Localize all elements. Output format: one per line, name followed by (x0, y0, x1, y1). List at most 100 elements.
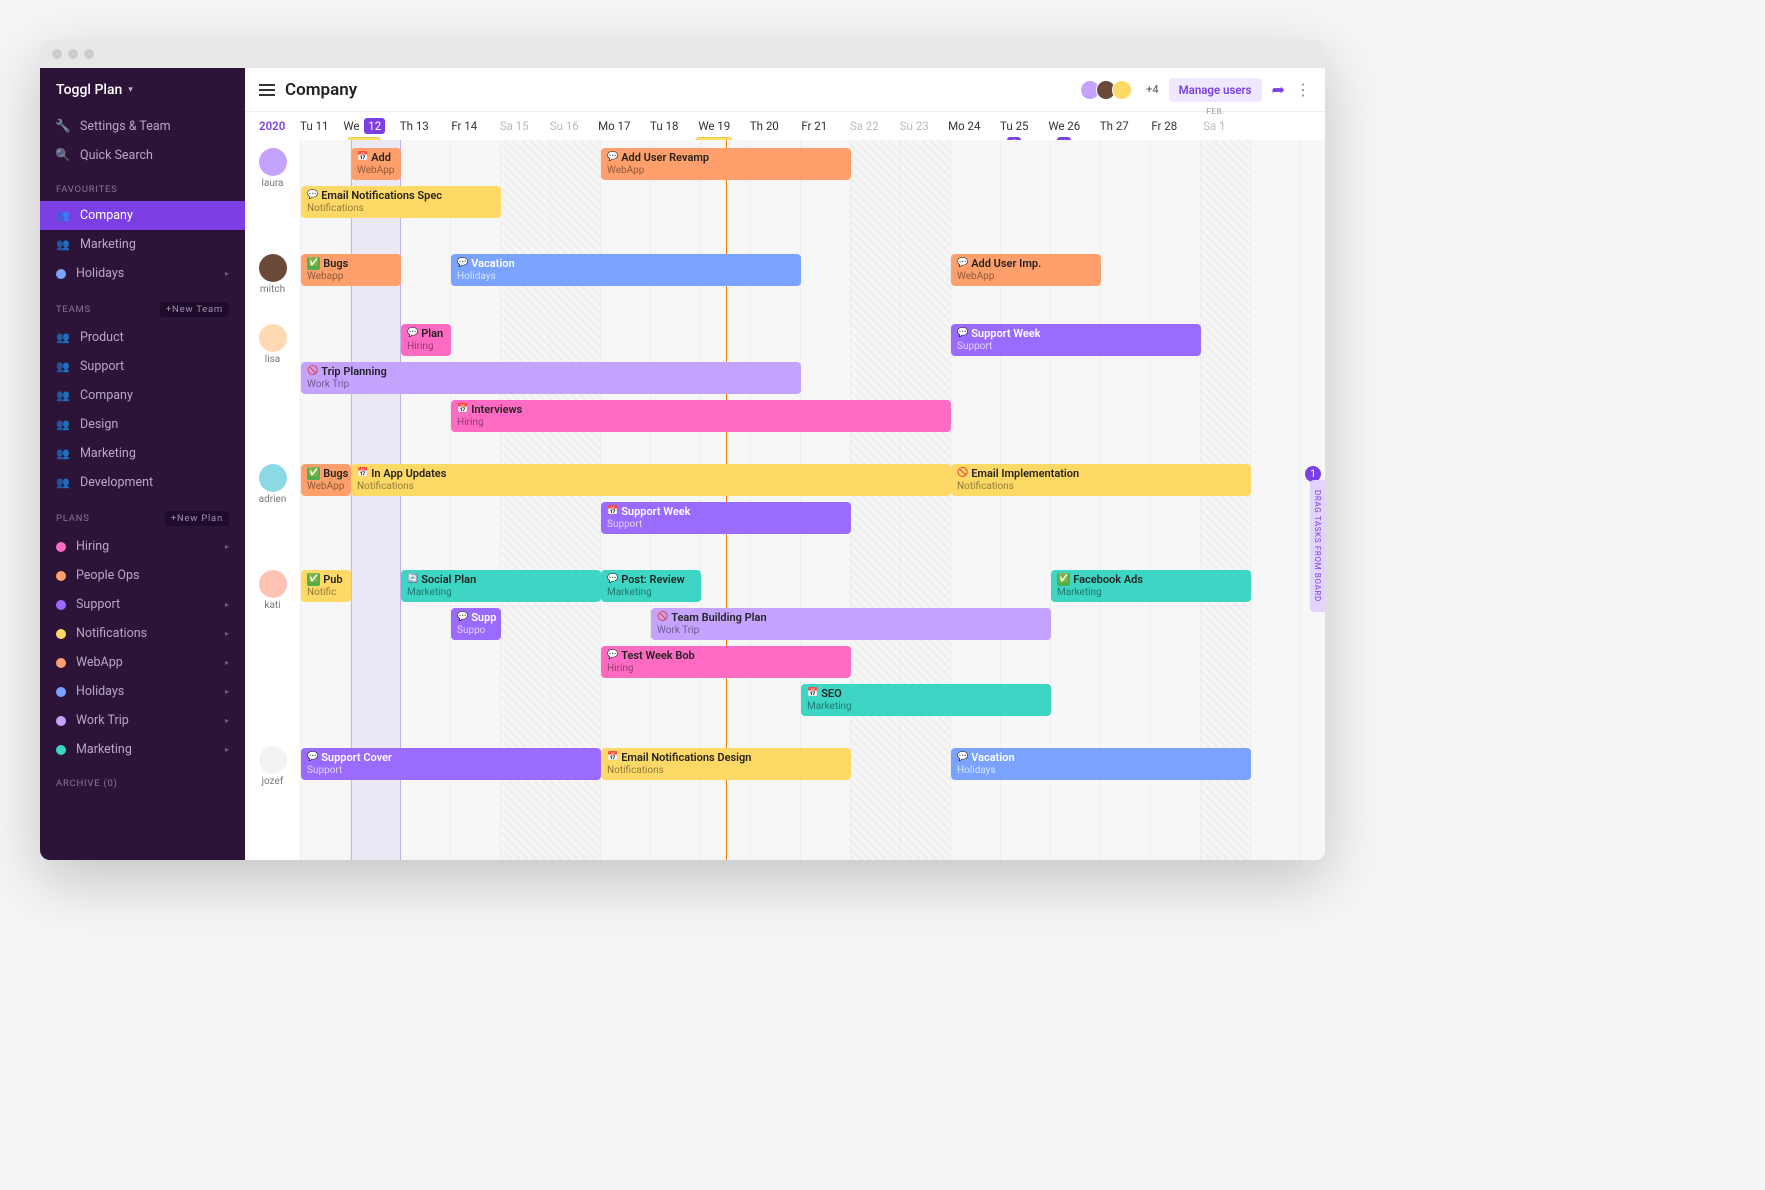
sidebar-item-people-ops[interactable]: People Ops (40, 561, 245, 590)
person-row[interactable]: jozef (245, 738, 300, 808)
task-status-icon: 📅 (357, 467, 368, 480)
task-bar[interactable]: 💬PlanHiring (401, 324, 451, 356)
person-row[interactable]: adrien (245, 456, 300, 562)
task-bar[interactable]: 🚫Email ImplementationNotifications (951, 464, 1251, 496)
day-header[interactable]: Sa 1FEB (1189, 119, 1239, 133)
sidebar-item-development[interactable]: 👥Development (40, 468, 245, 497)
task-bar[interactable]: 💬Support CoverSupport (301, 748, 601, 780)
person-row[interactable]: laura (245, 140, 300, 246)
person-row[interactable]: lisa (245, 316, 300, 456)
day-header[interactable]: Th 13 (389, 119, 439, 133)
day-header[interactable]: Fr 28 (1139, 119, 1189, 133)
drag-from-board-tab[interactable]: DRAG TASKS FROM BOARD (1310, 480, 1325, 612)
task-bar[interactable]: 💬VacationHolidays (451, 254, 801, 286)
day-header[interactable]: Su 23 (889, 119, 939, 133)
sidebar-item-hiring[interactable]: Hiring▸ (40, 532, 245, 561)
task-bar[interactable]: 💬Test Week BobHiring (601, 646, 851, 678)
task-bar[interactable]: 🔄Social PlanMarketing (401, 570, 601, 602)
task-bar[interactable]: 💬Support WeekSupport (951, 324, 1201, 356)
more-members-count[interactable]: +4 (1146, 83, 1158, 96)
traffic-light-close[interactable] (52, 49, 62, 59)
traffic-light-min[interactable] (68, 49, 78, 59)
sidebar-item-company[interactable]: 👥Company (40, 201, 245, 230)
day-header[interactable]: Mo 24 (939, 119, 989, 133)
year-label[interactable]: 2020 (259, 119, 285, 133)
task-bar[interactable]: 📅InterviewsHiring (451, 400, 951, 432)
day-header[interactable]: Fr 14 (439, 119, 489, 133)
member-avatars[interactable] (1084, 80, 1132, 100)
grid-column (901, 140, 951, 860)
sidebar-item-work-trip[interactable]: Work Trip▸ (40, 706, 245, 735)
share-icon[interactable]: ➦ (1272, 80, 1285, 99)
task-status-icon: ✅ (307, 573, 320, 586)
task-bar[interactable]: 📅In App UpdatesNotifications (351, 464, 951, 496)
task-bar[interactable]: 📅Support WeekSupport (601, 502, 851, 534)
person-row[interactable]: kati (245, 562, 300, 738)
sidebar-item-support[interactable]: Support▸ (40, 590, 245, 619)
task-bar[interactable]: 💬SuppSuppo (451, 608, 501, 640)
sidebar-item-label: Support (80, 359, 124, 374)
new-plan-button[interactable]: +New Plan (165, 511, 229, 526)
day-header[interactable]: Fr 21 (789, 119, 839, 133)
task-bar[interactable]: ✅BugsWebApp (301, 464, 351, 496)
sidebar-item-notifications[interactable]: Notifications▸ (40, 619, 245, 648)
day-header[interactable]: Tu 253 (989, 119, 1039, 133)
task-bar[interactable]: ✅PubNotific (301, 570, 351, 602)
menu-icon[interactable] (259, 84, 275, 96)
sidebar-item-holidays[interactable]: Holidays▸ (40, 259, 245, 288)
task-bar[interactable]: 🚫Trip PlanningWork Trip (301, 362, 801, 394)
section-archive[interactable]: ARCHIVE (0) (40, 764, 245, 795)
task-bar[interactable]: ✅Facebook AdsMarketing (1051, 570, 1251, 602)
grid-column (1251, 140, 1301, 860)
task-bar[interactable]: ✅BugsWebapp (301, 254, 401, 286)
person-avatar (259, 570, 287, 598)
sidebar-item-marketing[interactable]: 👥Marketing (40, 439, 245, 468)
day-header[interactable]: Th 20 (739, 119, 789, 133)
person-name: jozef (245, 776, 300, 787)
sidebar-item-support[interactable]: 👥Support (40, 352, 245, 381)
sidebar-item-webapp[interactable]: WebApp▸ (40, 648, 245, 677)
task-status-icon: 📅 (607, 505, 618, 518)
day-header[interactable]: Sa 15 (489, 119, 539, 133)
quick-search-link[interactable]: 🔍 Quick Search (40, 141, 245, 170)
workspace-switcher[interactable]: Toggl Plan ▾ (40, 68, 245, 112)
day-header[interactable]: Tu 18 (639, 119, 689, 133)
settings-link[interactable]: 🔧 Settings & Team (40, 112, 245, 141)
sidebar-item-marketing[interactable]: 👥Marketing (40, 230, 245, 259)
task-bar[interactable]: 📅Email Notifications DesignNotifications (601, 748, 851, 780)
person-name: mitch (245, 284, 300, 295)
plan-color-dot (56, 658, 66, 668)
person-row[interactable]: mitch (245, 246, 300, 316)
sidebar-item-holidays[interactable]: Holidays▸ (40, 677, 245, 706)
task-bar[interactable]: 🚫Team Building PlanWork Trip (651, 608, 1051, 640)
task-bar[interactable]: 📅SEOMarketing (801, 684, 1051, 716)
task-bar[interactable]: 📅AddWebApp (351, 148, 401, 180)
task-title: Vacation (471, 257, 514, 270)
traffic-light-max[interactable] (84, 49, 94, 59)
day-header[interactable]: We 19Global (689, 119, 739, 133)
more-menu-icon[interactable]: ⋮ (1295, 80, 1311, 99)
task-bar[interactable]: 💬Add User RevampWebApp (601, 148, 851, 180)
day-header[interactable]: Th 27 (1089, 119, 1139, 133)
day-header[interactable]: We 26❄ (1039, 119, 1089, 133)
day-header[interactable]: Sa 22 (839, 119, 889, 133)
task-project: WebApp (307, 480, 345, 493)
day-header[interactable]: Tu 11 (289, 119, 339, 133)
new-team-button[interactable]: +New Team (160, 302, 229, 317)
sidebar-item-company[interactable]: 👥Company (40, 381, 245, 410)
day-header[interactable]: Su 16 (539, 119, 589, 133)
sidebar-item-product[interactable]: 👥Product (40, 323, 245, 352)
task-bar[interactable]: 💬Add User Imp.WebApp (951, 254, 1101, 286)
task-bar[interactable]: 💬Email Notifications SpecNotifications (301, 186, 501, 218)
search-icon: 🔍 (56, 148, 70, 163)
member-avatar[interactable] (1112, 80, 1132, 100)
day-header[interactable]: Mo 17 (589, 119, 639, 133)
task-status-icon: 🚫 (657, 611, 668, 624)
manage-users-button[interactable]: Manage users (1169, 78, 1262, 102)
task-bar[interactable]: 💬VacationHolidays (951, 748, 1251, 780)
sidebar-item-label: Hiring (76, 539, 109, 554)
day-header[interactable]: We 12Local (339, 119, 389, 133)
sidebar-item-marketing[interactable]: Marketing▸ (40, 735, 245, 764)
sidebar-item-design[interactable]: 👥Design (40, 410, 245, 439)
task-bar[interactable]: 💬Post: ReviewMarketing (601, 570, 701, 602)
